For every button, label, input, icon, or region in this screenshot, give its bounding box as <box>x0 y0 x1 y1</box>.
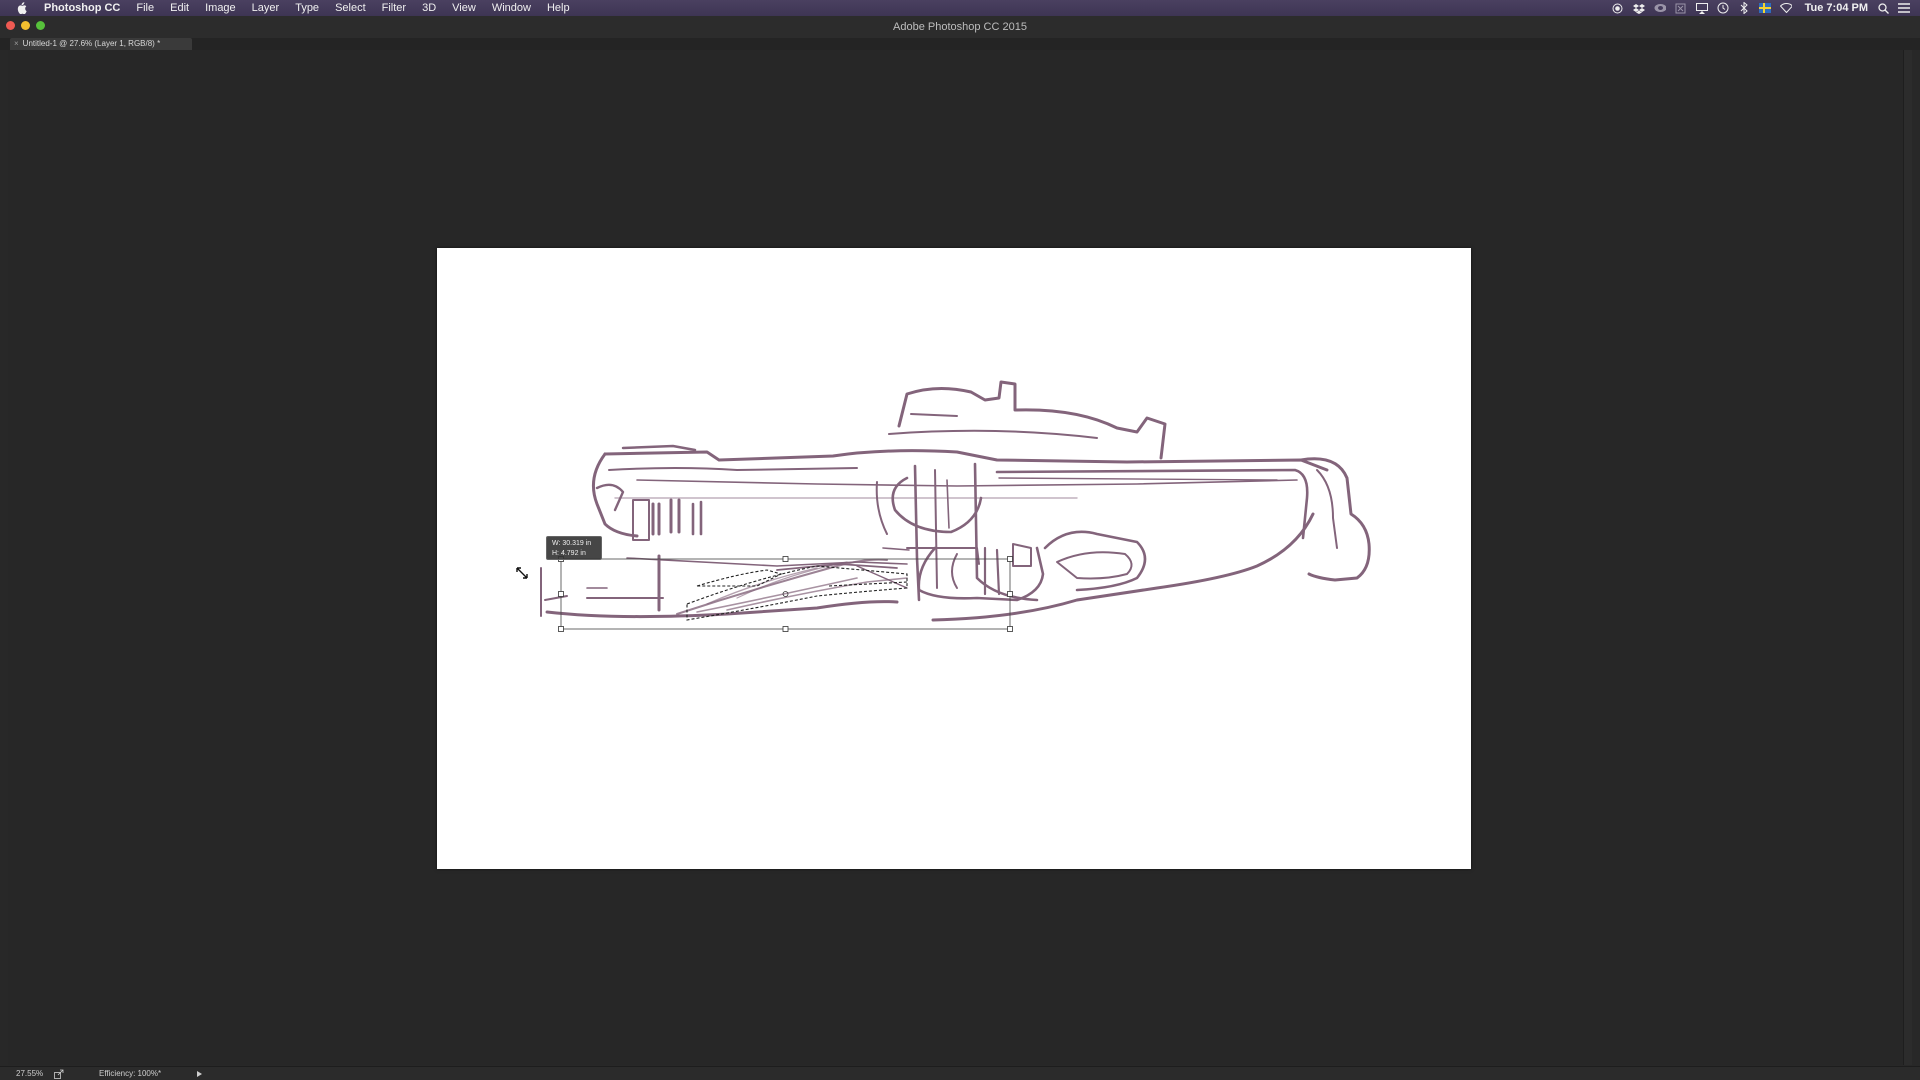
menu-type[interactable]: Type <box>287 0 327 16</box>
efficiency-readout: Efficiency: 100%* <box>99 1069 162 1078</box>
menu-image[interactable]: Image <box>197 0 244 16</box>
transform-height-readout: H: 4.792 in <box>552 550 586 557</box>
airplay-icon[interactable] <box>1695 2 1708 14</box>
menu-app-name[interactable]: Photoshop CC <box>38 0 128 16</box>
menu-layer[interactable]: Layer <box>244 0 288 16</box>
status-menu-arrow-icon[interactable] <box>197 1071 202 1077</box>
photoshop-window: Photoshop CC File Edit Image Layer Type … <box>0 0 1920 1080</box>
menu-bar: Photoshop CC File Edit Image Layer Type … <box>0 0 1920 16</box>
menu-file[interactable]: File <box>128 0 162 16</box>
dropbox-icon[interactable] <box>1632 2 1645 14</box>
menu-filter[interactable]: Filter <box>374 0 414 16</box>
window-title-bar: Adobe Photoshop CC 2015 <box>0 16 1920 39</box>
menu-view[interactable]: View <box>444 0 484 16</box>
transform-width-readout: W: 30.319 in <box>552 540 592 547</box>
menu-bar-status-area: Tue 7:04 PM <box>1612 0 1910 16</box>
menu-window[interactable]: Window <box>484 0 539 16</box>
record-icon[interactable] <box>1612 2 1624 14</box>
tab-close-icon[interactable]: × <box>14 39 19 48</box>
notification-center-icon[interactable] <box>1898 2 1910 14</box>
wifi-icon[interactable] <box>1779 2 1792 14</box>
document-tab-label: Untitled-1 @ 27.6% (Layer 1, RGB/8) * <box>22 39 161 48</box>
window-title: Adobe Photoshop CC 2015 <box>893 21 1027 33</box>
status-bar: 27.55% Efficiency: 100%* <box>0 1066 1920 1080</box>
zoom-level[interactable]: 27.55% <box>16 1067 43 1080</box>
menu-help[interactable]: Help <box>539 0 578 16</box>
flag-icon[interactable] <box>1758 2 1771 14</box>
share-icon[interactable] <box>54 1069 64 1079</box>
vertical-scrollbar[interactable] <box>1903 50 1912 1065</box>
transform-size-readout: W: 30.319 in H: 4.792 in <box>546 536 602 560</box>
document-tab-bar: × Untitled-1 @ 27.6% (Layer 1, RGB/8) * <box>0 38 1920 50</box>
diagonal-resize-cursor-icon <box>516 566 528 579</box>
document-tab[interactable]: × Untitled-1 @ 27.6% (Layer 1, RGB/8) * <box>10 38 192 50</box>
menu-3d[interactable]: 3D <box>414 0 444 16</box>
menu-select[interactable]: Select <box>327 0 374 16</box>
spotlight-search-icon[interactable] <box>1877 2 1889 14</box>
time-machine-icon[interactable] <box>1717 2 1729 14</box>
bluetooth-icon[interactable] <box>1738 2 1750 14</box>
menu-edit[interactable]: Edit <box>162 0 197 16</box>
cast-icon[interactable] <box>1675 2 1687 14</box>
apple-icon[interactable] <box>14 1 28 15</box>
creative-cloud-icon[interactable] <box>1654 2 1666 14</box>
menu-bar-clock[interactable]: Tue 7:04 PM <box>1805 0 1868 16</box>
